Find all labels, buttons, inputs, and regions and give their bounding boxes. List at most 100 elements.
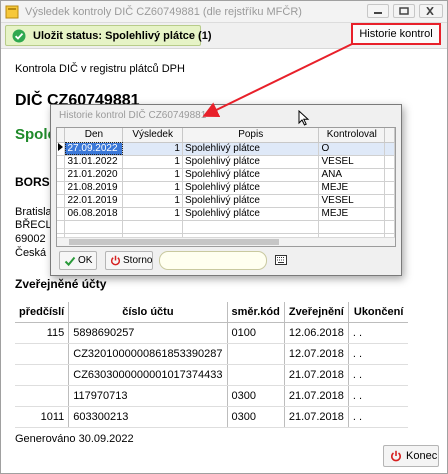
grid-cell[interactable]: 1	[122, 207, 183, 221]
app-icon	[5, 5, 19, 19]
history-button[interactable]: Historie kontrol	[351, 23, 441, 45]
cell: 21.07.2018	[284, 406, 349, 428]
grid-row[interactable]: 06.08.2018 1 Spolehlivý plátce MEJE	[57, 207, 395, 221]
accounts-title: Zveřejněné účty	[15, 277, 107, 291]
grid-cell-empty	[384, 207, 395, 221]
grid-cell[interactable]: 1	[122, 194, 183, 208]
maximize-icon	[399, 7, 409, 15]
history-dialog: Historie kontrol DIČ CZ60749881 Den Výsl…	[50, 104, 402, 276]
grid-cell[interactable]: 21.08.2019	[64, 181, 124, 195]
cell	[227, 364, 285, 386]
maximize-button[interactable]	[393, 4, 415, 18]
grid-cell-empty	[384, 181, 395, 195]
cell: 12.07.2018	[284, 343, 349, 365]
row-indicator	[57, 142, 66, 156]
col-header: Zveřejnění	[284, 302, 349, 323]
grid-row[interactable]: 31.01.2022 1 Spolehlivý plátce VESEL	[57, 155, 395, 169]
grid-cell[interactable]: Spolehlivý plátce	[182, 168, 320, 182]
generated-date: Generováno 30.09.2022	[15, 433, 134, 445]
grid-cell[interactable]: 06.08.2018	[64, 207, 124, 221]
grid-row[interactable]: 22.01.2019 1 Spolehlivý plátce VESEL	[57, 194, 395, 208]
grid-col-header[interactable]: Výsledek	[122, 128, 183, 143]
ok-label: OK	[78, 255, 93, 266]
cell: . .	[348, 322, 409, 344]
grid-cell[interactable]: 1	[122, 155, 183, 169]
grid-cell[interactable]: 1	[122, 142, 183, 156]
ok-button[interactable]: OK	[59, 251, 97, 270]
horizontal-scrollbar[interactable]	[57, 237, 395, 246]
address-line-4: Česká r	[15, 247, 53, 259]
grid-cell[interactable]: 1	[122, 168, 183, 182]
grid-row-empty	[57, 220, 395, 234]
row-indicator	[57, 207, 66, 221]
grid-cell[interactable]: 1	[122, 181, 183, 195]
grid-cell[interactable]: MEJE	[318, 181, 386, 195]
grid-col-header[interactable]: Den	[64, 128, 124, 143]
grid-cell[interactable]: Spolehlivý plátce	[182, 142, 320, 156]
close-button-label: Konec	[406, 450, 438, 462]
scrollbar-thumb[interactable]	[69, 239, 279, 245]
cell: 117970713	[68, 385, 228, 407]
cell	[227, 343, 285, 365]
cancel-button[interactable]: Storno	[105, 251, 153, 270]
cell: 12.06.2018	[284, 322, 349, 344]
save-status-label: Uložit status: Spolehlivý plátce (1)	[33, 30, 212, 42]
close-window-button[interactable]	[419, 4, 443, 18]
cell	[15, 364, 70, 386]
title-bar: Výsledek kontroly DIČ CZ60749881 (dle re…	[1, 1, 447, 23]
grid-cell[interactable]: Spolehlivý plátce	[182, 194, 320, 208]
cell: 21.07.2018	[284, 385, 349, 407]
grid-cell[interactable]: 22.01.2019	[64, 194, 124, 208]
accounts-header-row: předčíslí číslo účtu směr.kód Zveřejnění…	[15, 302, 409, 323]
table-row: 117970713 0300 21.07.2018 . .	[15, 385, 409, 407]
grid-row-selected[interactable]: 27.09.2022 1 Spolehlivý plátce O	[57, 142, 395, 156]
grid-col-header[interactable]: Kontroloval	[318, 128, 386, 143]
cell: . .	[348, 406, 409, 428]
cell: 21.07.2018	[284, 364, 349, 386]
grid-cell-empty	[384, 168, 395, 182]
cell	[15, 343, 70, 365]
row-pointer-icon	[58, 143, 63, 151]
cell	[15, 385, 70, 407]
col-header: předčíslí	[15, 302, 70, 323]
company-name: BORS	[15, 175, 50, 189]
grid-cell[interactable]: 21.01.2020	[64, 168, 124, 182]
grid-cell[interactable]: O	[318, 142, 386, 156]
power-icon	[110, 255, 121, 266]
dialog-title: Historie kontrol DIČ CZ60749881	[59, 110, 207, 121]
row-indicator	[57, 194, 66, 208]
search-input[interactable]	[159, 251, 267, 270]
close-icon	[426, 7, 434, 15]
grid-cell-empty	[384, 142, 395, 156]
grid-cell[interactable]: VESEL	[318, 194, 386, 208]
keyboard-icon[interactable]	[275, 255, 287, 265]
table-row: CZ3201000000861853390287 12.07.2018 . .	[15, 343, 409, 365]
mouse-cursor-icon	[298, 110, 310, 126]
row-indicator	[57, 168, 66, 182]
table-row: 115 5898690257 0100 12.06.2018 . .	[15, 322, 409, 344]
grid-cell[interactable]: VESEL	[318, 155, 386, 169]
table-row: 1011 603300213 0300 21.07.2018 . .	[15, 406, 409, 428]
close-button[interactable]: Konec	[383, 445, 439, 467]
cell: 603300213	[68, 406, 228, 428]
col-header: Ukončení	[348, 302, 409, 323]
grid-cell[interactable]: 31.01.2022	[64, 155, 124, 169]
report-heading: Kontrola DIČ v registru plátců DPH	[15, 63, 185, 75]
row-indicator	[57, 155, 66, 169]
minimize-icon	[374, 12, 382, 14]
grid-cell[interactable]: 27.09.2022	[64, 142, 124, 156]
cell: . .	[348, 343, 409, 365]
grid-col-header[interactable]: Popis	[182, 128, 320, 143]
grid-corner	[57, 128, 66, 143]
grid-cell[interactable]: Spolehlivý plátce	[182, 181, 320, 195]
grid-cell[interactable]: Spolehlivý plátce	[182, 207, 320, 221]
grid-cell[interactable]: ANA	[318, 168, 386, 182]
save-status-button[interactable]: Uložit status: Spolehlivý plátce (1)	[5, 25, 211, 46]
history-grid[interactable]: Den Výsledek Popis Kontroloval 27.09.202…	[56, 127, 396, 247]
row-indicator	[57, 181, 66, 195]
grid-row[interactable]: 21.01.2020 1 Spolehlivý plátce ANA	[57, 168, 395, 182]
grid-row[interactable]: 21.08.2019 1 Spolehlivý plátce MEJE	[57, 181, 395, 195]
minimize-button[interactable]	[367, 4, 389, 18]
grid-cell[interactable]: Spolehlivý plátce	[182, 155, 320, 169]
grid-cell[interactable]: MEJE	[318, 207, 386, 221]
